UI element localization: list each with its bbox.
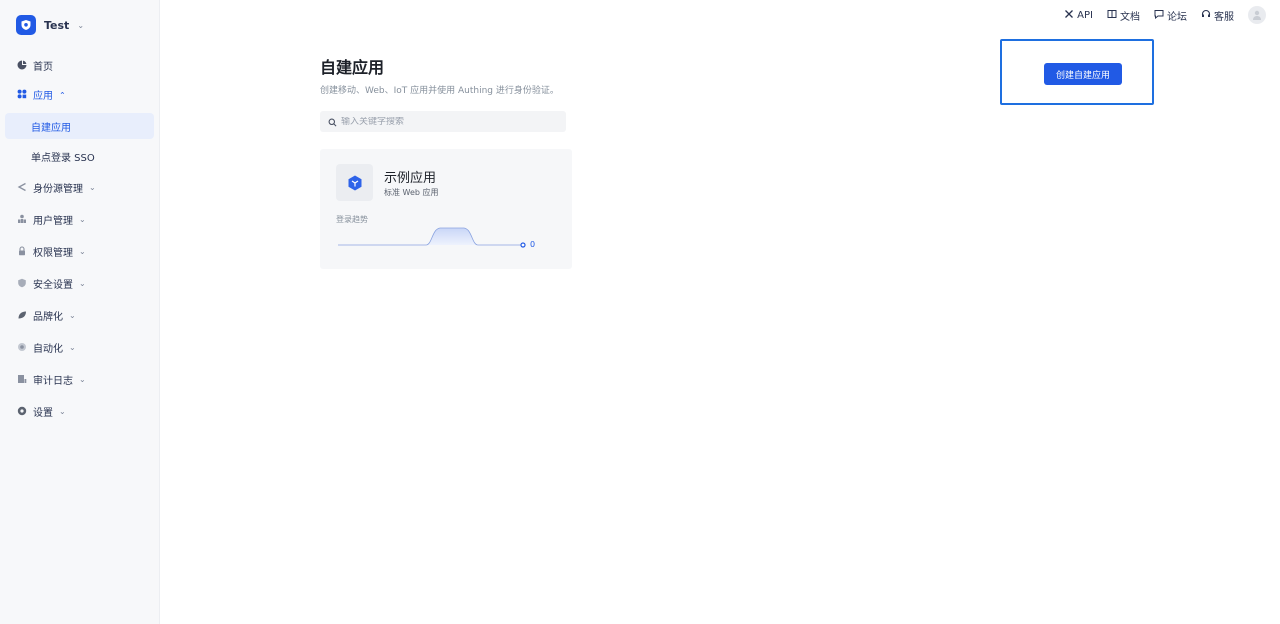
sidebar-item-label: 身份源管理 bbox=[33, 183, 83, 195]
app-root: Test ⌄ 首页 应用 ⌄ 自建应用 单点登录 SSO 身份源管理 ⌄ 用户管… bbox=[0, 0, 1280, 624]
chevron-up-icon: ⌄ bbox=[59, 89, 66, 99]
sidebar-subitem-label: 自建应用 bbox=[31, 122, 71, 134]
flower-icon bbox=[17, 342, 27, 352]
app-icon-box bbox=[336, 164, 373, 201]
chevron-down-icon: ⌄ bbox=[77, 20, 85, 30]
sidebar-item-settings[interactable]: 设置 ⌄ bbox=[0, 398, 159, 424]
sidebar: Test ⌄ 首页 应用 ⌄ 自建应用 单点登录 SSO 身份源管理 ⌄ 用户管… bbox=[0, 0, 160, 624]
gear-icon bbox=[17, 406, 27, 416]
sidebar-item-home[interactable]: 首页 bbox=[0, 52, 159, 78]
app-name: 示例应用 bbox=[384, 171, 437, 186]
sidebar-item-label: 设置 bbox=[33, 407, 53, 419]
apps-icon bbox=[17, 89, 27, 99]
shield-icon bbox=[17, 278, 27, 288]
trend-endpoint bbox=[520, 242, 526, 248]
headset-icon bbox=[1201, 9, 1211, 22]
create-button-highlight: 创建自建应用 bbox=[1000, 39, 1154, 105]
page-title: 自建应用 bbox=[320, 58, 385, 77]
sidebar-item-label: 品牌化 bbox=[33, 311, 63, 323]
share-icon bbox=[17, 182, 27, 192]
trend-area bbox=[426, 228, 478, 245]
tenant-switcher[interactable]: Test ⌄ bbox=[16, 14, 84, 36]
app-card[interactable]: 示例应用 标准 Web 应用 登录趋势 0 bbox=[320, 149, 572, 269]
sidebar-item-security[interactable]: 安全设置 ⌄ bbox=[0, 270, 159, 296]
pie-chart-icon bbox=[17, 60, 27, 70]
tenant-name: Test bbox=[44, 18, 70, 32]
login-trend-chart bbox=[338, 227, 526, 248]
top-toolbar: API 文档 论坛 客服 bbox=[1064, 6, 1266, 24]
sidebar-subitem-label: 单点登录 SSO bbox=[31, 152, 95, 164]
avatar-icon bbox=[1253, 10, 1261, 20]
forum-link-label: 论坛 bbox=[1167, 11, 1187, 23]
api-link[interactable]: API bbox=[1064, 9, 1093, 22]
users-icon bbox=[17, 214, 27, 224]
forum-link[interactable]: 论坛 bbox=[1154, 8, 1187, 23]
sidebar-item-audit-logs[interactable]: 审计日志 ⌄ bbox=[0, 366, 159, 392]
sidebar-item-label: 自动化 bbox=[33, 343, 63, 355]
sidebar-subitem-sso[interactable]: 单点登录 SSO bbox=[5, 143, 154, 169]
log-icon bbox=[17, 374, 27, 384]
lock-icon bbox=[17, 246, 27, 256]
docs-link[interactable]: 文档 bbox=[1107, 8, 1140, 23]
page-description: 创建移动、Web、IoT 应用并使用 Authing 进行身份验证。 bbox=[320, 86, 559, 96]
sidebar-item-permissions[interactable]: 权限管理 ⌄ bbox=[0, 238, 159, 264]
chevron-down-icon: ⌄ bbox=[79, 278, 86, 288]
sidebar-subitem-custom-apps[interactable]: 自建应用 bbox=[5, 113, 154, 139]
sidebar-item-automation[interactable]: 自动化 ⌄ bbox=[0, 334, 159, 360]
chevron-down-icon: ⌄ bbox=[69, 342, 76, 352]
create-app-button[interactable]: 创建自建应用 bbox=[1044, 63, 1122, 85]
cube-icon bbox=[348, 175, 361, 190]
sidebar-item-users[interactable]: 用户管理 ⌄ bbox=[0, 206, 159, 232]
leaf-icon bbox=[17, 310, 27, 320]
sidebar-item-label: 审计日志 bbox=[33, 375, 73, 387]
trend-value: 0 bbox=[530, 240, 536, 249]
sidebar-item-identity-sources[interactable]: 身份源管理 ⌄ bbox=[0, 174, 159, 200]
sidebar-item-label: 首页 bbox=[33, 61, 53, 73]
support-link-label: 客服 bbox=[1214, 11, 1234, 23]
sidebar-item-label: 安全设置 bbox=[33, 279, 73, 291]
chevron-down-icon: ⌄ bbox=[59, 406, 66, 416]
chat-icon bbox=[1154, 9, 1164, 22]
sidebar-item-label: 用户管理 bbox=[33, 215, 73, 227]
chevron-down-icon: ⌄ bbox=[79, 374, 86, 384]
chevron-down-icon: ⌄ bbox=[89, 182, 96, 192]
sidebar-item-label: 应用 bbox=[33, 90, 53, 102]
chevron-down-icon: ⌄ bbox=[79, 214, 86, 224]
shield-logo-icon bbox=[16, 15, 36, 35]
api-link-label: API bbox=[1077, 9, 1093, 21]
api-icon bbox=[1064, 9, 1074, 22]
sidebar-item-label: 权限管理 bbox=[33, 247, 73, 259]
book-icon bbox=[1107, 9, 1117, 22]
user-avatar[interactable] bbox=[1248, 6, 1266, 24]
search-icon bbox=[328, 112, 337, 131]
search-box bbox=[320, 111, 566, 132]
chevron-down-icon: ⌄ bbox=[69, 310, 76, 320]
sidebar-item-branding[interactable]: 品牌化 ⌄ bbox=[0, 302, 159, 328]
support-link[interactable]: 客服 bbox=[1201, 8, 1234, 23]
sidebar-item-apps[interactable]: 应用 ⌄ bbox=[0, 81, 159, 107]
docs-link-label: 文档 bbox=[1120, 11, 1140, 23]
chevron-down-icon: ⌄ bbox=[79, 246, 86, 256]
search-input[interactable] bbox=[341, 116, 551, 127]
app-type: 标准 Web 应用 bbox=[384, 188, 439, 197]
